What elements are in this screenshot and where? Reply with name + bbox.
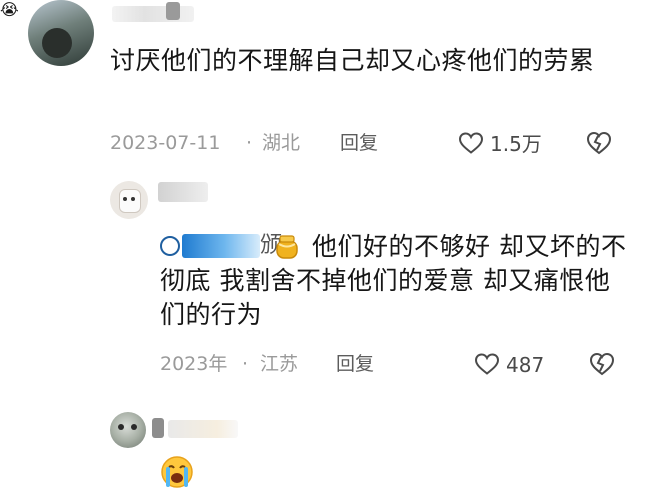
reply2-emoji-text: 😭 [0,0,19,19]
comment-location: 湖北 [262,132,301,154]
reply-button[interactable]: 回复 [340,131,378,155]
like-button[interactable]: 1.5万 [458,130,548,158]
reply1-username-redacted[interactable] [158,182,208,202]
reply1-like-button[interactable]: 487 [474,351,554,379]
comment-date: 2023-07-11 [110,132,221,154]
commenter-avatar[interactable] [28,0,94,66]
reply1-text-container: 他们好的不够好 却又坏的不彻底 我割舍不掉他们的爱意 却又痛恨他们的行为 [160,230,628,332]
like-count: 1.5万 [490,132,542,156]
reply1-reply-button[interactable]: 回复 [336,352,374,376]
heart-icon [474,353,500,375]
reply1-text: 他们好的不够好 却又坏的不彻底 我割舍不掉他们的爱意 却又痛恨他们的行为 [160,232,627,329]
reply2-username-redacted[interactable] [152,418,164,438]
crying-face-emoji-icon [161,456,193,488]
reply1-dislike-icon[interactable] [588,351,616,377]
dislike-icon[interactable] [585,130,613,156]
meta-separator: · [246,132,253,154]
reply1-meta-separator: · [242,353,249,375]
reply2-username-redacted-light [168,420,238,438]
commenter-username-redacted-dark [166,2,180,20]
comment-text: 讨厌他们的不理解自己却又心疼他们的劳累 [110,46,595,75]
reply1-location: 江苏 [260,353,299,375]
heart-icon [458,132,484,154]
reply1-avatar[interactable] [110,181,148,219]
reply1-date: 2023年 [160,353,228,375]
reply2-avatar[interactable] [110,412,146,448]
commenter-username-redacted[interactable] [112,6,194,22]
reply1-like-count: 487 [506,353,545,377]
